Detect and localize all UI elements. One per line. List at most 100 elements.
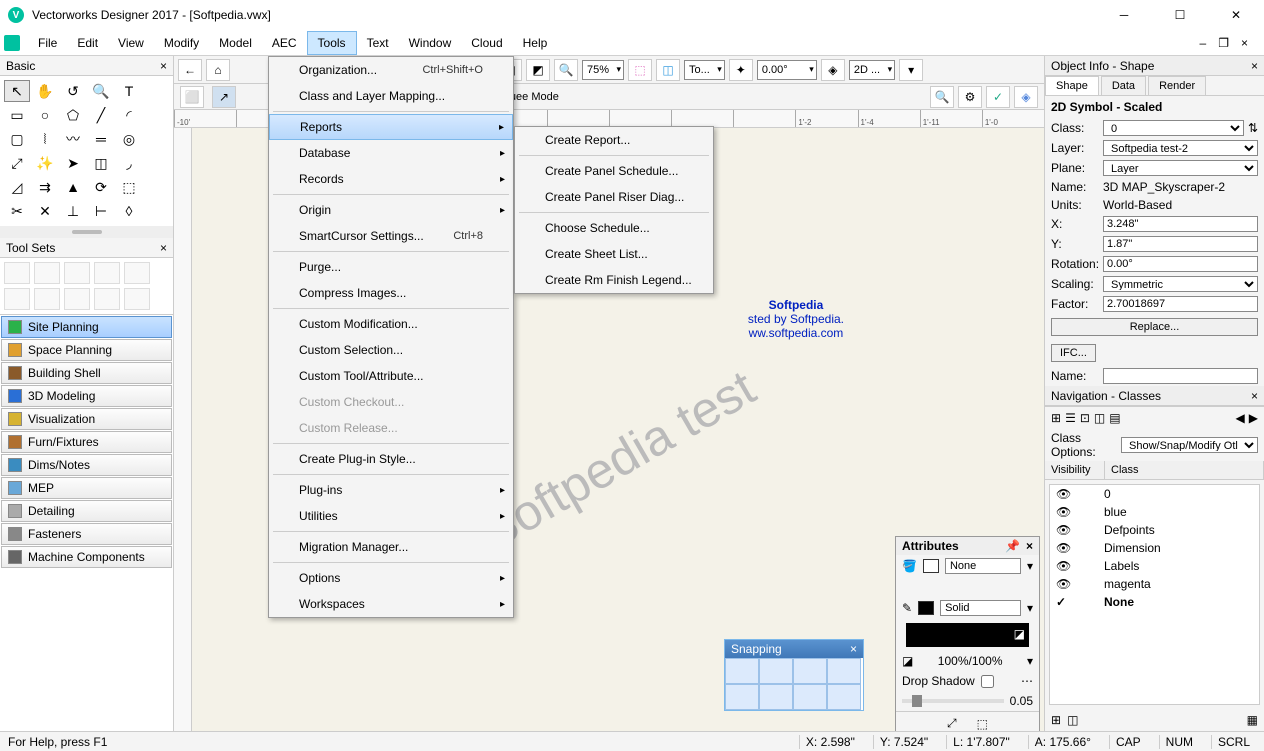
toolset-row[interactable]: Space Planning bbox=[1, 339, 172, 361]
connect-tool[interactable]: ⊥ bbox=[60, 200, 86, 222]
rotate-tool[interactable]: ⟳ bbox=[88, 176, 114, 198]
toolset-icon[interactable] bbox=[34, 288, 60, 310]
cube-icon[interactable]: ◈ bbox=[1014, 86, 1038, 108]
nav-class-row[interactable]: 👁blue bbox=[1050, 503, 1259, 521]
navigation-close[interactable]: × bbox=[1251, 389, 1258, 403]
object-info-close[interactable]: × bbox=[1251, 59, 1258, 73]
toolset-row[interactable]: Dims/Notes bbox=[1, 454, 172, 476]
visibility-icon[interactable]: 👁 bbox=[1056, 541, 1096, 555]
fillet-tool[interactable]: ◞ bbox=[116, 152, 142, 174]
minimize-button[interactable]: ─ bbox=[1104, 1, 1144, 29]
menu-item[interactable]: Plug-ins bbox=[269, 477, 513, 503]
menu-view[interactable]: View bbox=[108, 32, 154, 54]
mdi-close[interactable]: × bbox=[1237, 34, 1252, 52]
tb-icon[interactable]: ✦ bbox=[729, 59, 753, 81]
scaling-combo[interactable]: Symmetric bbox=[1103, 276, 1258, 292]
line-icon[interactable]: ✎ bbox=[902, 601, 912, 615]
menu-modify[interactable]: Modify bbox=[154, 32, 209, 54]
visibility-icon[interactable]: ✓ bbox=[1056, 595, 1096, 609]
polyline-tool[interactable]: ⦚ bbox=[32, 128, 58, 150]
toolset-icon[interactable] bbox=[124, 288, 150, 310]
nav-arrow-left[interactable]: ◀ bbox=[1236, 411, 1245, 425]
submenu-item[interactable]: Choose Schedule... bbox=[515, 215, 713, 241]
fill-swatch[interactable] bbox=[923, 559, 939, 573]
toolset-icon[interactable] bbox=[94, 262, 120, 284]
menu-file[interactable]: File bbox=[28, 32, 67, 54]
nav-icon[interactable]: ☰ bbox=[1065, 411, 1076, 425]
home-button[interactable]: ⌂ bbox=[206, 59, 230, 81]
flyover-tool[interactable]: ↺ bbox=[60, 80, 86, 102]
selection-tool[interactable]: ↖ bbox=[4, 80, 30, 102]
toolset-row[interactable]: 3D Modeling bbox=[1, 385, 172, 407]
menu-item[interactable]: Custom Modification... bbox=[269, 311, 513, 337]
nav-action-icon[interactable]: ▦ bbox=[1247, 713, 1258, 727]
menu-item[interactable]: Organization...Ctrl+Shift+O bbox=[269, 57, 513, 83]
check-icon[interactable]: ✓ bbox=[986, 86, 1010, 108]
submenu-item[interactable]: Create Rm Finish Legend... bbox=[515, 267, 713, 293]
mode-icon[interactable]: ↗ bbox=[212, 86, 236, 108]
class-combo[interactable]: 0 bbox=[1103, 120, 1244, 136]
zoom-tool[interactable]: 🔍 bbox=[88, 80, 114, 102]
arc-tool[interactable]: ◜ bbox=[116, 104, 142, 126]
mirror-tool[interactable]: ▲ bbox=[60, 176, 86, 198]
mdi-restore[interactable]: ❐ bbox=[1214, 34, 1233, 52]
nav-class-row[interactable]: 👁0 bbox=[1050, 485, 1259, 503]
shadow-menu[interactable]: ⋯ bbox=[1021, 674, 1033, 688]
circle-tool[interactable]: ○ bbox=[32, 104, 58, 126]
text-tool[interactable]: T bbox=[116, 80, 142, 102]
view-combo[interactable]: 2D ... bbox=[849, 60, 895, 80]
factor-input[interactable] bbox=[1103, 296, 1258, 312]
snap-grid-btn[interactable] bbox=[725, 658, 759, 684]
snap-edge-btn[interactable] bbox=[793, 684, 827, 710]
nav-action-icon[interactable]: ⊞ bbox=[1051, 713, 1061, 727]
toolset-row[interactable]: Furn/Fixtures bbox=[1, 431, 172, 453]
wand-tool[interactable]: ✨ bbox=[32, 152, 58, 174]
toolset-icon[interactable] bbox=[64, 288, 90, 310]
visibility-icon[interactable]: 👁 bbox=[1056, 487, 1096, 501]
tb-icon[interactable]: ▾ bbox=[899, 59, 923, 81]
back-button[interactable]: ← bbox=[178, 59, 202, 81]
y-input[interactable] bbox=[1103, 236, 1258, 252]
polygon-tool[interactable]: ⬠ bbox=[60, 104, 86, 126]
rounded-rect-tool[interactable]: ▢ bbox=[4, 128, 30, 150]
toolset-icon[interactable] bbox=[34, 262, 60, 284]
toolset-row[interactable]: Building Shell bbox=[1, 362, 172, 384]
drop-shadow-checkbox[interactable] bbox=[981, 675, 994, 688]
menu-help[interactable]: Help bbox=[513, 32, 558, 54]
toolset-row[interactable]: Detailing bbox=[1, 500, 172, 522]
submenu-item[interactable]: Create Sheet List... bbox=[515, 241, 713, 267]
nav-action-icon[interactable]: ◫ bbox=[1067, 713, 1078, 727]
attribute-tool[interactable]: ⬚ bbox=[116, 176, 142, 198]
gear-icon[interactable]: ⚙ bbox=[958, 86, 982, 108]
toolsets-close[interactable]: × bbox=[160, 241, 167, 255]
nav-icon[interactable]: ◫ bbox=[1094, 411, 1105, 425]
nav-icon[interactable]: ▤ bbox=[1109, 411, 1120, 425]
nav-icon[interactable]: ⊡ bbox=[1080, 411, 1090, 425]
fill-icon[interactable]: 🪣 bbox=[902, 559, 917, 573]
x-input[interactable] bbox=[1103, 216, 1258, 232]
visibility-tool[interactable]: ◊ bbox=[116, 200, 142, 222]
spiral-tool[interactable]: ◎ bbox=[116, 128, 142, 150]
menu-item[interactable]: Compress Images... bbox=[269, 280, 513, 306]
class-options-combo[interactable]: Show/Snap/Modify Otl bbox=[1121, 437, 1258, 453]
submenu-item[interactable]: Create Report... bbox=[515, 127, 713, 153]
toolset-row[interactable]: Site Planning bbox=[1, 316, 172, 338]
shadow-slider[interactable] bbox=[902, 699, 1004, 703]
menu-cloud[interactable]: Cloud bbox=[461, 32, 512, 54]
line-swatch[interactable] bbox=[918, 601, 934, 615]
menu-item[interactable]: Workspaces bbox=[269, 591, 513, 617]
snap-angle-btn[interactable] bbox=[793, 658, 827, 684]
menu-item[interactable]: Custom Tool/Attribute... bbox=[269, 363, 513, 389]
eyedropper-tool[interactable]: ⤢ bbox=[4, 152, 30, 174]
snap-distance-btn[interactable] bbox=[759, 684, 793, 710]
rectangle-tool[interactable]: ▭ bbox=[4, 104, 30, 126]
rotation-input[interactable] bbox=[1103, 256, 1258, 272]
attributes-close[interactable]: × bbox=[1026, 539, 1033, 553]
nav-class-row[interactable]: 👁Dimension bbox=[1050, 539, 1259, 557]
nav-arrow-right[interactable]: ▶ bbox=[1249, 411, 1258, 425]
tab-data[interactable]: Data bbox=[1101, 76, 1146, 95]
visibility-icon[interactable]: 👁 bbox=[1056, 505, 1096, 519]
nav-icon[interactable]: ⊞ bbox=[1051, 411, 1061, 425]
menu-item[interactable]: Options bbox=[269, 565, 513, 591]
submenu-item[interactable]: Create Panel Schedule... bbox=[515, 158, 713, 184]
